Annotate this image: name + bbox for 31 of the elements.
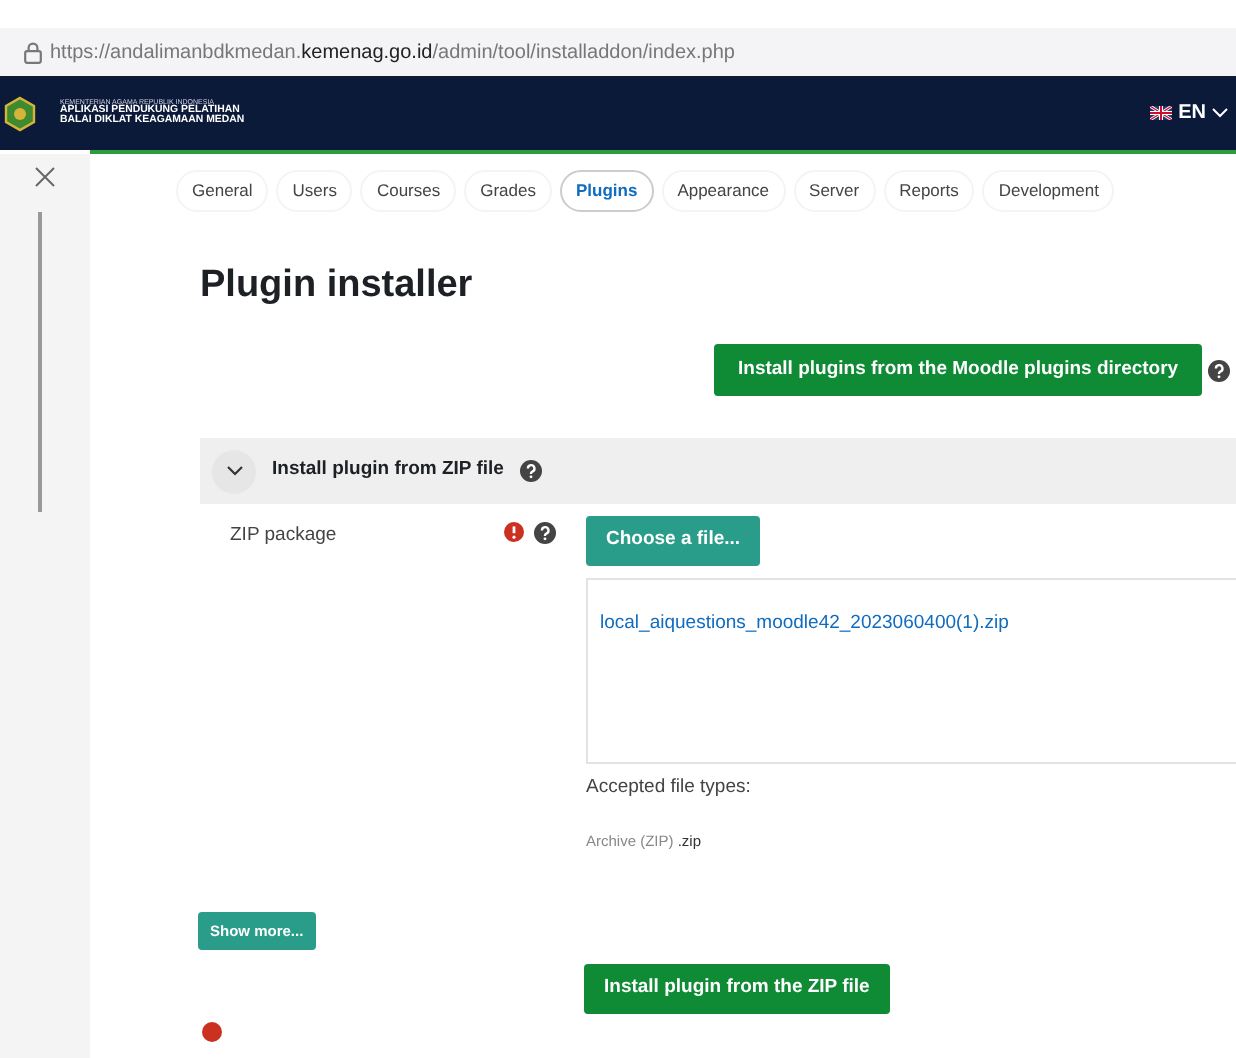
nav-tab[interactable]: Reports [883, 170, 975, 212]
help-icon[interactable] [519, 460, 542, 482]
nav-tab[interactable]: Development [982, 170, 1115, 212]
file-link[interactable]: local_aiquestions_moodle42_2023060400(1).zip [600, 611, 1009, 634]
nav-tab[interactable]: Grades [464, 170, 552, 212]
install-zip-button[interactable]: Install plugin from the ZIP file [584, 964, 890, 1014]
chevron-down-icon [1212, 108, 1228, 118]
language-menu[interactable]: EN [1150, 98, 1228, 128]
nav-tab[interactable]: General [176, 170, 269, 212]
nav-tab[interactable]: Users [276, 170, 353, 212]
lock-icon [24, 41, 42, 63]
nav-tab[interactable]: Plugins [559, 170, 654, 212]
url-text: https://andalimanbdkmedan.kemenag.go.id/admin/tool/installaddon/index.php [50, 39, 735, 67]
emblem-icon [4, 95, 36, 131]
file-drop-area[interactable]: local_aiquestions_moodle42_2023060400(1).zip [586, 577, 1236, 764]
section-header[interactable]: Install plugin from ZIP file [200, 438, 1236, 504]
help-icon[interactable] [534, 522, 556, 544]
nav-tab[interactable]: Courses [360, 170, 457, 212]
flag-icon [1150, 106, 1173, 120]
page-title: Plugin installer [200, 262, 475, 310]
install-directory-button[interactable]: Install plugins from the Moodle plugins directory [714, 344, 1203, 396]
field-label: ZIP package [230, 522, 337, 550]
chevron-down-icon [225, 462, 243, 480]
nav-tab[interactable]: Server [793, 170, 876, 212]
required-icon [202, 1022, 222, 1042]
section-title: Install plugin from ZIP file [272, 456, 504, 485]
nav-tab[interactable]: Appearance [661, 170, 786, 212]
help-icon[interactable] [1208, 359, 1231, 381]
accepted-types-label: Accepted file types: [586, 773, 753, 802]
close-icon[interactable] [34, 166, 56, 188]
address-bar[interactable]: https://andalimanbdkmedan.kemenag.go.id/admin/tool/installaddon/index.php [0, 28, 1236, 76]
